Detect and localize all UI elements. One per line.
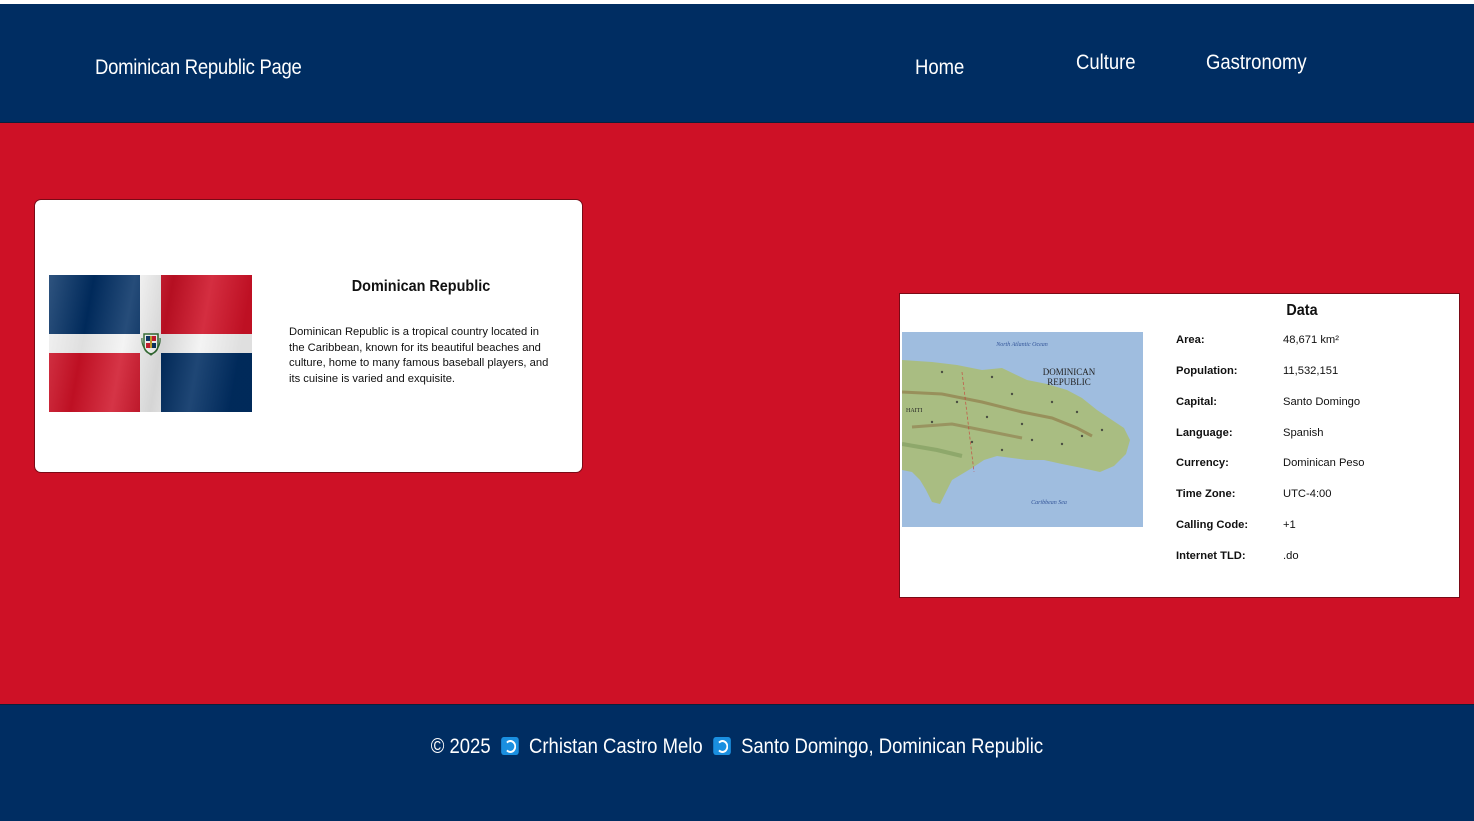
- data-value: .do: [1283, 550, 1299, 562]
- data-key: Internet TLD:: [1176, 550, 1246, 562]
- nav-home-link[interactable]: Home: [915, 56, 964, 80]
- data-value: 11,532,151: [1283, 365, 1339, 377]
- navbar: Dominican Republic Page Home Culture Gas…: [0, 4, 1474, 123]
- map-graphic: North Atlantic Ocean DOMINICAN REPUBLIC …: [902, 332, 1143, 527]
- footer-line: © 2025 Crhistan Castro Melo Santo Doming…: [0, 735, 1474, 759]
- data-key: Population:: [1176, 365, 1238, 377]
- page-footer: © 2025 Crhistan Castro Melo Santo Doming…: [0, 704, 1474, 821]
- dominican-map-image: North Atlantic Ocean DOMINICAN REPUBLIC …: [902, 332, 1143, 527]
- data-value: Dominican Peso: [1283, 457, 1365, 469]
- footer-author: Crhistan Castro Melo: [529, 735, 703, 758]
- data-value: Santo Domingo: [1283, 396, 1361, 408]
- nav-gastronomy-link[interactable]: Gastronomy: [1206, 51, 1307, 75]
- map-label-haiti: HAITI: [906, 408, 922, 414]
- site-brand[interactable]: Dominican Republic Page: [95, 56, 302, 80]
- data-row-area: Area: 48,671 km²: [1176, 334, 1436, 350]
- data-value: UTC-4:00: [1283, 488, 1332, 500]
- data-key: Currency:: [1176, 457, 1229, 469]
- data-value: 48,671 km²: [1283, 334, 1339, 346]
- main-content: Dominican Republic Dominican Republic is…: [0, 123, 1474, 704]
- footer-location: Santo Domingo, Dominican Republic: [741, 735, 1044, 758]
- country-data-card: Data North Atlantic Ocean DOMINICAN REPU…: [899, 293, 1460, 598]
- data-key: Capital:: [1176, 396, 1218, 408]
- country-title: Dominican Republic: [351, 278, 491, 295]
- map-label-atlantic: North Atlantic Ocean: [995, 342, 1048, 348]
- data-value: +1: [1283, 519, 1296, 531]
- wave-icon: [713, 737, 731, 755]
- data-row-calling-code: Calling Code: +1: [1176, 519, 1436, 535]
- country-info-card: Dominican Republic Dominican Republic is…: [34, 199, 583, 473]
- footer-copyright: © 2025: [430, 735, 491, 758]
- map-label-country-2: REPUBLIC: [1047, 377, 1091, 387]
- data-row-capital: Capital: Santo Domingo: [1176, 396, 1436, 412]
- country-description: Dominican Republic is a tropical country…: [289, 326, 549, 385]
- dominican-flag-image: [49, 275, 252, 412]
- flag-shading: [49, 275, 252, 412]
- data-title: Data: [1286, 302, 1318, 319]
- map-label-country-1: DOMINICAN: [1043, 367, 1096, 377]
- data-row-language: Language: Spanish: [1176, 427, 1436, 443]
- data-row-population: Population: 11,532,151: [1176, 365, 1436, 381]
- data-row-time-zone: Time Zone: UTC-4:00: [1176, 488, 1436, 504]
- data-row-currency: Currency: Dominican Peso: [1176, 457, 1436, 473]
- data-value: Spanish: [1283, 427, 1324, 439]
- data-key: Language:: [1176, 427, 1233, 439]
- data-row-internet-tld: Internet TLD: .do: [1176, 550, 1436, 566]
- data-key: Area:: [1176, 334, 1205, 346]
- nav-culture-link[interactable]: Culture: [1076, 51, 1136, 75]
- data-key: Time Zone:: [1176, 488, 1236, 500]
- map-label-caribbean: Caribbean Sea: [1031, 500, 1067, 506]
- data-key: Calling Code:: [1176, 519, 1249, 531]
- wave-icon: [501, 737, 519, 755]
